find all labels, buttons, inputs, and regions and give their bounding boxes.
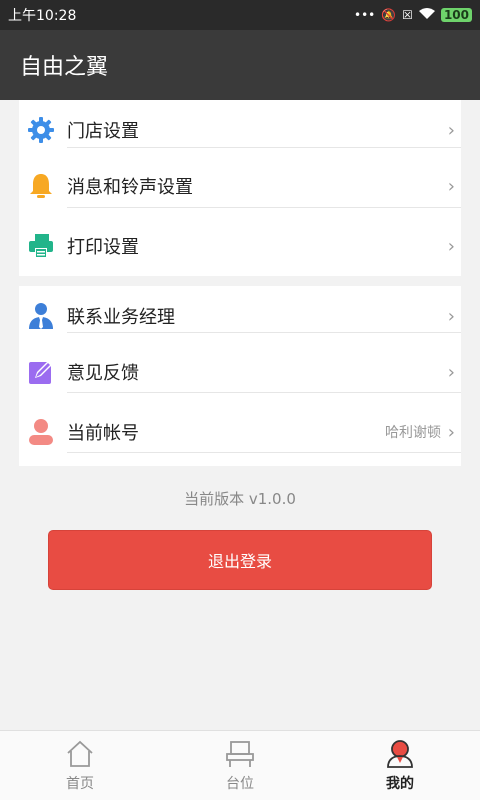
table-seat-icon — [226, 741, 254, 767]
menu-item-label: 消息和铃声设置 — [67, 177, 193, 198]
version-text: 当前版本 v1.0.0 — [184, 490, 296, 508]
gear-icon — [27, 116, 55, 144]
status-bar: 上午10:28 ••• 🔕 ☒ 100 — [0, 0, 480, 30]
menu-item-label: 意见反馈 — [67, 363, 139, 384]
feedback-icon — [27, 358, 55, 386]
divider — [67, 207, 461, 208]
settings-card-2: 联系业务经理 › 意见反馈 › 当前帐号 哈利谢顿 › — [19, 286, 461, 466]
chevron-right-icon: › — [447, 305, 455, 327]
divider — [67, 147, 461, 148]
menu-item-store-settings[interactable]: 门店设置 › — [19, 100, 461, 160]
menu-item-print-settings[interactable]: 打印设置 › — [19, 216, 461, 276]
divider — [67, 392, 461, 393]
user-icon — [27, 418, 55, 446]
menu-item-feedback[interactable]: 意见反馈 › — [19, 342, 461, 402]
tab-label: 首页 — [66, 776, 94, 792]
menu-item-contact-manager[interactable]: 联系业务经理 › — [19, 286, 461, 346]
menu-item-label: 联系业务经理 — [67, 307, 175, 328]
menu-item-label: 门店设置 — [67, 121, 139, 142]
tab-table-seat[interactable]: 台位 — [160, 731, 320, 800]
bottom-tab-bar: 首页 台位 我的 — [0, 730, 480, 800]
chevron-right-icon: › — [447, 361, 455, 383]
tab-label: 台位 — [226, 776, 254, 792]
bell-icon — [27, 172, 55, 200]
notification-icon: ☒ — [402, 8, 413, 22]
printer-icon — [27, 232, 55, 260]
settings-card-1: 门店设置 › 消息和铃声设置 › 打印设置 › — [19, 100, 461, 276]
home-icon — [67, 740, 93, 767]
divider — [67, 452, 461, 453]
menu-item-current-account[interactable]: 当前帐号 哈利谢顿 › — [19, 402, 461, 462]
status-time: 上午10:28 — [8, 8, 77, 24]
tab-mine[interactable]: 我的 — [320, 731, 480, 800]
status-icons: ••• 🔕 ☒ 100 — [354, 8, 472, 22]
profile-icon — [387, 740, 413, 768]
logout-button[interactable]: 退出登录 — [48, 530, 432, 590]
app-bar: 自由之翼 — [0, 30, 480, 100]
chevron-right-icon: › — [447, 421, 455, 443]
chevron-right-icon: › — [447, 119, 455, 141]
menu-item-label: 打印设置 — [67, 237, 139, 258]
tab-label: 我的 — [386, 776, 414, 792]
chevron-right-icon: › — [447, 175, 455, 197]
wifi-icon — [418, 8, 435, 22]
manager-icon — [27, 302, 55, 330]
chevron-right-icon: › — [447, 235, 455, 257]
tab-home[interactable]: 首页 — [0, 731, 160, 800]
account-name: 哈利谢顿 — [385, 425, 441, 441]
page-title: 自由之翼 — [20, 55, 109, 80]
battery-icon: 100 — [440, 8, 472, 22]
mute-icon: 🔕 — [381, 8, 397, 22]
menu-item-label: 当前帐号 — [67, 423, 139, 444]
more-icon: ••• — [353, 8, 376, 22]
divider — [67, 332, 461, 333]
